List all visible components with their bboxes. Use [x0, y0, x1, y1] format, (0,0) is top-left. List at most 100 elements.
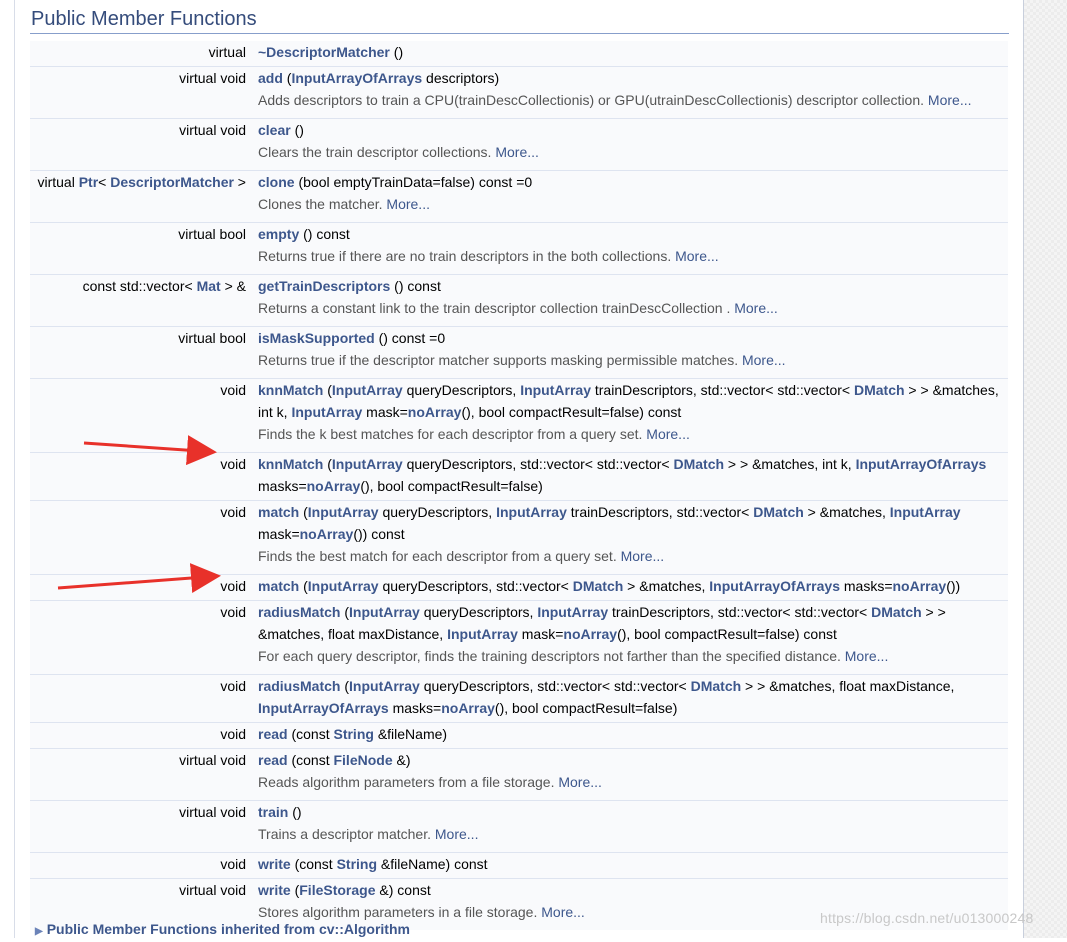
- signature-args: (): [290, 122, 304, 138]
- member-row-radiusMatch-1: void radiusMatch (InputArray queryDescrip…: [30, 600, 1008, 674]
- type-link[interactable]: InputArrayOfArrays: [856, 456, 987, 472]
- type-link[interactable]: InputArray: [496, 504, 567, 520]
- type-link[interactable]: DMatch: [691, 678, 742, 694]
- function-name-link[interactable]: radiusMatch: [258, 604, 340, 620]
- more-link[interactable]: More...: [646, 426, 690, 442]
- type-link[interactable]: noArray: [563, 626, 617, 642]
- more-link[interactable]: More...: [742, 352, 786, 368]
- type-link[interactable]: InputArray: [890, 504, 961, 520]
- type-link[interactable]: DMatch: [854, 382, 905, 398]
- more-link[interactable]: More...: [558, 774, 602, 790]
- signature-text: queryDescriptors,: [419, 604, 538, 620]
- signature-text: > &: [220, 278, 246, 294]
- type-link[interactable]: noArray: [893, 578, 947, 594]
- signature-text: (: [340, 604, 350, 620]
- function-name-link[interactable]: clear: [258, 122, 291, 138]
- return-type: virtual void: [179, 752, 246, 768]
- function-signature: read (const FileNode &): [258, 749, 411, 771]
- type-link[interactable]: InputArray: [308, 578, 379, 594]
- function-name-link[interactable]: knnMatch: [258, 382, 323, 398]
- more-link[interactable]: More...: [495, 144, 539, 160]
- more-link[interactable]: More...: [928, 92, 972, 108]
- more-link[interactable]: More...: [675, 248, 719, 264]
- signature-text: <: [98, 174, 111, 190]
- type-link[interactable]: String: [337, 856, 377, 872]
- signature-text: ()) const: [353, 526, 405, 542]
- return-type: const std::vector< Mat > &: [83, 275, 246, 297]
- type-link[interactable]: InputArray: [349, 604, 420, 620]
- function-description: Finds the best match for each descriptor…: [258, 545, 664, 567]
- type-link[interactable]: DMatch: [573, 578, 624, 594]
- more-link[interactable]: More...: [541, 904, 585, 920]
- type-link[interactable]: DescriptorMatcher: [110, 174, 234, 190]
- function-name-link[interactable]: radiusMatch: [258, 678, 340, 694]
- inherited-functions-toggle[interactable]: ▶ Public Member Functions inherited from …: [35, 919, 410, 939]
- function-name-link[interactable]: isMaskSupported: [258, 330, 375, 346]
- more-link[interactable]: More...: [386, 196, 430, 212]
- type-link[interactable]: Mat: [197, 278, 221, 294]
- type-link[interactable]: String: [333, 726, 373, 742]
- type-link[interactable]: InputArray: [520, 382, 591, 398]
- type-link[interactable]: InputArrayOfArrays: [258, 700, 389, 716]
- type-link[interactable]: InputArray: [349, 678, 420, 694]
- function-name-link[interactable]: empty: [258, 226, 299, 242]
- function-name-link[interactable]: add: [258, 70, 283, 86]
- function-name-link[interactable]: write: [258, 856, 291, 872]
- type-link[interactable]: noArray: [300, 526, 354, 542]
- member-row-match-1: void match (InputArray queryDescriptors, …: [30, 500, 1008, 574]
- more-link[interactable]: More...: [435, 826, 479, 842]
- type-link[interactable]: InputArray: [308, 504, 379, 520]
- description-text: Clones the matcher.: [258, 196, 387, 212]
- return-type: void: [220, 578, 246, 594]
- type-link[interactable]: InputArray: [332, 456, 403, 472]
- function-signature: match (InputArray queryDescriptors, Inpu…: [258, 501, 961, 523]
- signature-text: const std::vector<: [82, 278, 197, 294]
- signature-text: (), bool compactResult=false) const: [461, 404, 682, 420]
- function-name-link[interactable]: match: [258, 504, 299, 520]
- description-text: Trains a descriptor matcher.: [258, 826, 435, 842]
- signature-text: masks=: [839, 578, 893, 594]
- function-name-link[interactable]: write: [258, 882, 291, 898]
- footer-link[interactable]: cv::Algorithm: [319, 921, 410, 937]
- type-link[interactable]: InputArray: [291, 404, 362, 420]
- member-row-destructor: virtual ~DescriptorMatcher (): [30, 41, 1008, 66]
- signature-text: (: [299, 578, 308, 594]
- signature-text: (: [340, 678, 350, 694]
- type-link[interactable]: InputArrayOfArrays: [709, 578, 840, 594]
- description-line: Reads algorithm parameters from a file s…: [30, 771, 1008, 793]
- signature-line: void radiusMatch (InputArray queryDescrip…: [30, 675, 1008, 697]
- function-name-link[interactable]: knnMatch: [258, 456, 323, 472]
- type-link[interactable]: DMatch: [673, 456, 724, 472]
- signature-text: queryDescriptors, std::vector<: [378, 578, 573, 594]
- function-name-link[interactable]: read: [258, 752, 288, 768]
- type-link[interactable]: noArray: [441, 700, 495, 716]
- function-signature: write (FileStorage &) const: [258, 879, 431, 901]
- type-link[interactable]: FileNode: [333, 752, 392, 768]
- signature-text: >: [233, 174, 246, 190]
- function-name-link[interactable]: match: [258, 578, 299, 594]
- function-name-link[interactable]: read: [258, 726, 288, 742]
- type-link[interactable]: Ptr: [79, 174, 98, 190]
- type-link[interactable]: DMatch: [753, 504, 804, 520]
- more-link[interactable]: More...: [621, 548, 665, 564]
- type-link[interactable]: InputArray: [447, 626, 518, 642]
- member-row-write1: void write (const String &fileName) const: [30, 852, 1008, 878]
- member-row-knnMatch-2: void knnMatch (InputArray queryDescriptor…: [30, 452, 1008, 500]
- type-link[interactable]: DMatch: [871, 604, 922, 620]
- function-name-link[interactable]: ~DescriptorMatcher: [258, 44, 390, 60]
- type-link[interactable]: InputArray: [537, 604, 608, 620]
- type-link[interactable]: noArray: [408, 404, 462, 420]
- signature-text: (: [290, 882, 300, 898]
- type-link[interactable]: InputArrayOfArrays: [291, 70, 422, 86]
- more-link[interactable]: More...: [845, 648, 889, 664]
- type-link[interactable]: InputArray: [332, 382, 403, 398]
- signature-text: > &matches,: [803, 504, 890, 520]
- function-name-link[interactable]: clone: [258, 174, 295, 190]
- function-name-link[interactable]: train: [258, 804, 288, 820]
- description-line: For each query descriptor, finds the tra…: [30, 645, 1008, 667]
- type-link[interactable]: noArray: [307, 478, 361, 494]
- function-name-link[interactable]: getTrainDescriptors: [258, 278, 390, 294]
- type-link[interactable]: FileStorage: [299, 882, 375, 898]
- more-link[interactable]: More...: [734, 300, 778, 316]
- signature-args: () const: [390, 278, 441, 294]
